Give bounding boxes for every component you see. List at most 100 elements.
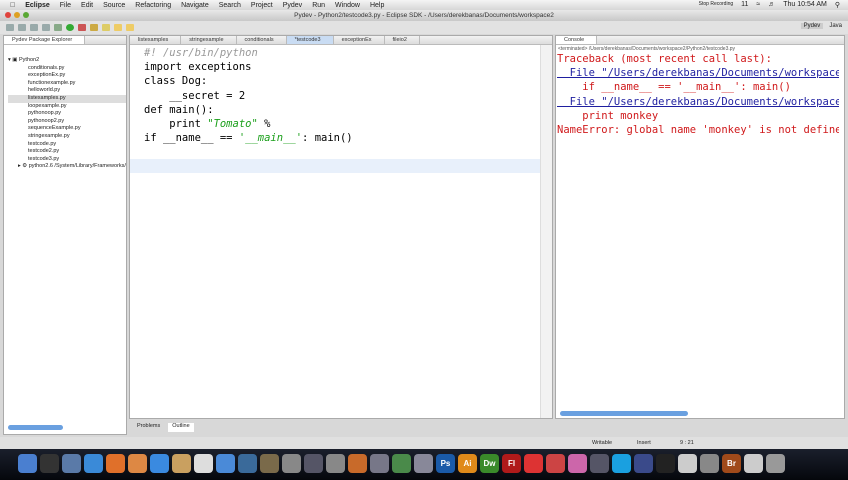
tree-file[interactable]: pythonoop.py	[8, 110, 126, 118]
tree-file[interactable]: stringexample.py	[8, 133, 126, 141]
tab-listexamples[interactable]: listexamples	[130, 36, 182, 44]
dock-icon-textedit[interactable]	[414, 454, 433, 473]
dock-icon-spaces[interactable]	[304, 454, 323, 473]
dock-icon-ichat[interactable]	[150, 454, 169, 473]
dock-icon-trash[interactable]	[766, 454, 785, 473]
dock-icon-address-book[interactable]	[172, 454, 191, 473]
console-hscrollbar[interactable]	[560, 411, 688, 416]
tree-file[interactable]: loopexample.py	[8, 103, 126, 111]
status-icon-label[interactable]: 11	[741, 1, 748, 9]
dock-icon-finder[interactable]	[18, 454, 37, 473]
dock-icon-calculator[interactable]	[678, 454, 697, 473]
menu-run[interactable]: Run	[312, 2, 325, 9]
menu-pydev[interactable]: Pydev	[283, 2, 302, 9]
close-button[interactable]	[5, 12, 11, 18]
dock-icon-fl[interactable]: Fl	[502, 454, 521, 473]
menu-project[interactable]: Project	[251, 2, 273, 9]
menu-navigate[interactable]: Navigate	[181, 2, 209, 9]
dock-icon-itunes[interactable]	[216, 454, 235, 473]
dock-icon-ical[interactable]	[194, 454, 213, 473]
wifi-icon[interactable]: ≈	[756, 1, 760, 9]
minimize-button[interactable]	[14, 12, 20, 18]
dock-icon-xcode[interactable]	[282, 454, 301, 473]
dock-icon-terminal[interactable]	[656, 454, 675, 473]
dock-icon-chrome[interactable]	[128, 454, 147, 473]
tree-file[interactable]: helloworld.py	[8, 87, 126, 95]
explorer-scrollbar[interactable]	[8, 425, 63, 430]
dock-icon-preview[interactable]	[62, 454, 81, 473]
dock-icon-final-cut[interactable]	[590, 454, 609, 473]
spotlight-icon[interactable]: ⚲	[835, 1, 840, 9]
dock-icon-ai[interactable]: Ai	[458, 454, 477, 473]
save-all-icon[interactable]	[30, 24, 38, 31]
save-icon[interactable]	[18, 24, 26, 31]
menu-help[interactable]: Help	[370, 2, 384, 9]
tree-interpreter[interactable]: ▸ ⚙ python2.6 /System/Library/Frameworks…	[8, 163, 126, 171]
dock-icon-iphoto[interactable]	[260, 454, 279, 473]
tree-file[interactable]: pythonoop2.py	[8, 118, 126, 126]
next-annotation-icon[interactable]	[102, 24, 110, 31]
tab-outline[interactable]: Outline	[168, 423, 194, 432]
dock-icon-dw[interactable]: Dw	[480, 454, 499, 473]
tab-conditionals[interactable]: conditionals	[237, 36, 287, 44]
debug-icon[interactable]	[54, 24, 62, 31]
tree-file[interactable]: testcode.py	[8, 141, 126, 149]
tab-package-explorer[interactable]: Pydev Package Explorer	[4, 36, 86, 44]
volume-icon[interactable]: ♬	[768, 1, 775, 9]
dock-icon-textmate[interactable]	[546, 454, 565, 473]
stop-recording[interactable]: Stop Recording	[699, 1, 733, 9]
menu-search[interactable]: Search	[219, 2, 241, 9]
tree-file[interactable]: testcode2.py	[8, 148, 126, 156]
tree-file-selected[interactable]: listexamples.py	[8, 94, 126, 103]
menu-edit[interactable]: Edit	[81, 2, 93, 9]
tab-stringexample[interactable]: stringexample	[181, 36, 237, 44]
dock-icon-camera[interactable]	[700, 454, 719, 473]
forward-icon[interactable]	[126, 24, 134, 31]
dock-icon-pages[interactable]	[744, 454, 763, 473]
back-icon[interactable]	[114, 24, 122, 31]
perspective-java[interactable]: Java	[829, 23, 842, 29]
dock-icon-keynote[interactable]	[348, 454, 367, 473]
code-area[interactable]: #! /usr/bin/python import exceptions class…	[144, 46, 353, 145]
dock-icon-ps[interactable]: Ps	[436, 454, 455, 473]
console-file-link[interactable]: File "/Users/derekbanas/Documents/worksp…	[557, 66, 839, 80]
external-tools-icon[interactable]	[78, 24, 86, 31]
dock-icon-acrobat[interactable]	[524, 454, 543, 473]
tab-fileio2[interactable]: fileio2	[385, 36, 420, 44]
tree-file[interactable]: sequenceExample.py	[8, 125, 126, 133]
menu-refactoring[interactable]: Refactoring	[135, 2, 171, 9]
tab-testcode3[interactable]: *testcode3	[286, 36, 334, 44]
dock-icon-system-preferences[interactable]	[326, 454, 345, 473]
clock[interactable]: Thu 10:54 AM	[783, 1, 827, 9]
dock-icon-firefox[interactable]	[106, 454, 125, 473]
run-icon[interactable]	[66, 24, 74, 31]
perspective-pydev[interactable]: Pydev	[800, 23, 824, 29]
zoom-button[interactable]	[23, 12, 29, 18]
menu-app-eclipse[interactable]: Eclipse	[25, 2, 50, 9]
dock-icon-skype[interactable]	[612, 454, 631, 473]
menu-file[interactable]: File	[60, 2, 71, 9]
editor-scrollbar[interactable]	[540, 45, 552, 418]
menu-window[interactable]: Window	[335, 2, 360, 9]
dock-icon-flower[interactable]	[568, 454, 587, 473]
dock-icon-numbers[interactable]	[392, 454, 411, 473]
tree-project[interactable]: ▾ ▣ Python2	[8, 57, 126, 65]
print-icon[interactable]	[42, 24, 50, 31]
dock-icon-eclipse[interactable]	[634, 454, 653, 473]
menu-source[interactable]: Source	[103, 2, 125, 9]
tree-file[interactable]: conditionals.py	[8, 65, 126, 73]
dock-icon-br[interactable]: Br	[722, 454, 741, 473]
tab-problems[interactable]: Problems	[129, 423, 160, 432]
console-file-link[interactable]: File "/Users/derekbanas/Documents/worksp…	[557, 95, 839, 109]
tree-file[interactable]: functionexample.py	[8, 80, 126, 88]
search-icon[interactable]	[90, 24, 98, 31]
dock-icon-safari[interactable]	[84, 454, 103, 473]
tree-file[interactable]: exceptionEx.py	[8, 72, 126, 80]
new-icon[interactable]	[6, 24, 14, 31]
apple-icon[interactable]: 	[10, 2, 15, 9]
dock-icon-script-editor[interactable]	[370, 454, 389, 473]
tab-console[interactable]: Console	[556, 36, 598, 44]
tab-exceptionex[interactable]: exceptionEx	[334, 36, 385, 44]
dock-icon-dashboard[interactable]	[40, 454, 59, 473]
dock-icon-time-machine[interactable]	[238, 454, 257, 473]
